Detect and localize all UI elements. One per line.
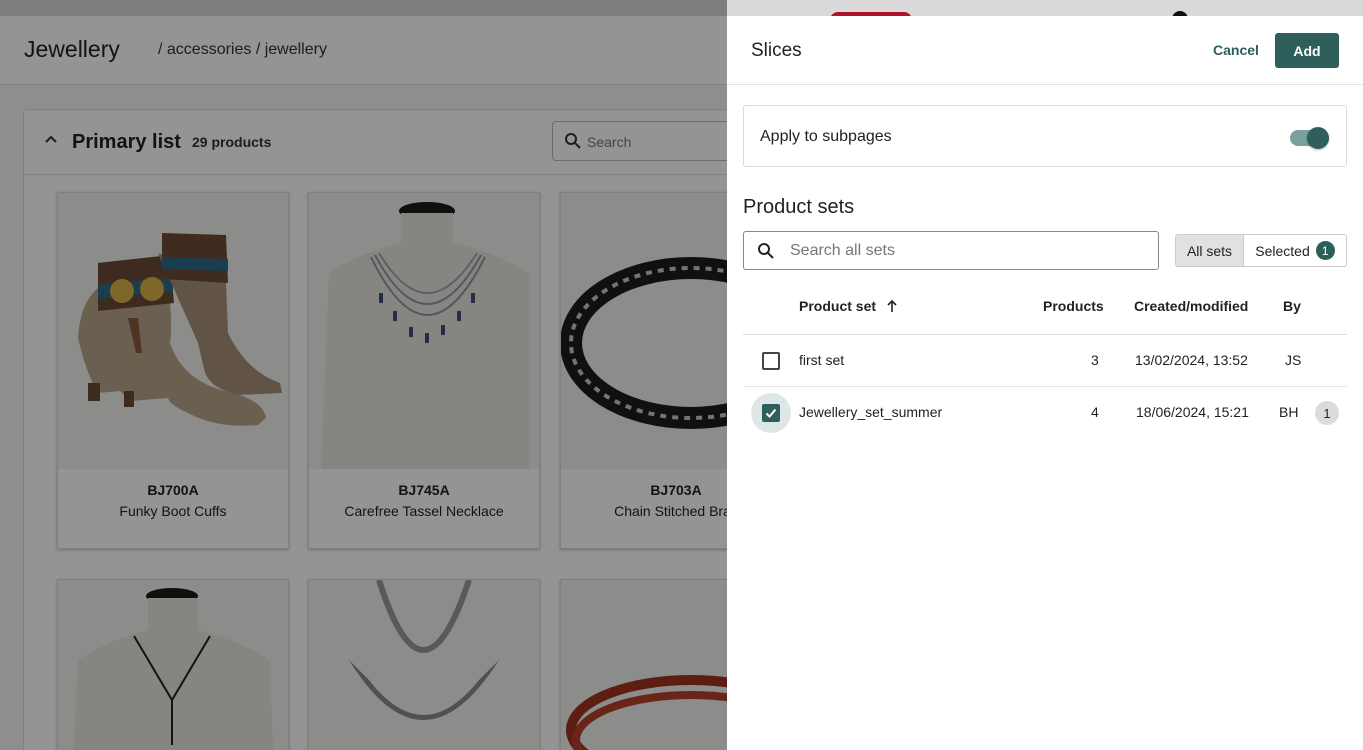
row-set-name: Jewellery_set_summer: [799, 404, 943, 420]
apply-subpages-label: Apply to subpages: [760, 128, 892, 145]
filter-selected[interactable]: Selected 1: [1244, 235, 1346, 266]
row-created: 13/02/2024, 13:52: [1135, 352, 1248, 368]
modal-overlay[interactable]: [0, 0, 727, 750]
column-by[interactable]: By: [1283, 298, 1301, 314]
set-filter: All sets Selected 1: [1175, 234, 1347, 267]
row-checkbox-checked[interactable]: [762, 404, 780, 422]
row-products: 4: [1091, 404, 1099, 420]
row-checkbox[interactable]: [762, 352, 780, 370]
row-count-badge: 1: [1315, 401, 1339, 425]
toggle-knob: [1307, 127, 1329, 149]
filter-selected-label: Selected: [1255, 242, 1310, 259]
row-by: JS: [1285, 352, 1302, 368]
row-divider: [743, 386, 1347, 387]
sets-search-input[interactable]: [790, 240, 1140, 262]
row-created: 18/06/2024, 15:21: [1136, 404, 1249, 420]
sort-arrow-up-icon: [887, 299, 897, 312]
row-products: 3: [1091, 352, 1099, 368]
sets-search-field[interactable]: [743, 231, 1159, 270]
add-button[interactable]: Add: [1275, 33, 1339, 68]
column-products[interactable]: Products: [1043, 298, 1104, 314]
row-set-name: first set: [799, 352, 845, 368]
selected-count-badge: 1: [1315, 241, 1335, 260]
apply-subpages-toggle[interactable]: [1290, 127, 1329, 149]
column-product-set[interactable]: Product set: [799, 298, 898, 314]
row-by: BH: [1279, 404, 1299, 420]
filter-all-sets[interactable]: All sets: [1176, 235, 1244, 266]
slices-drawer: Slices Cancel Add Apply to subpages Prod…: [727, 16, 1363, 750]
product-sets-title: Product sets: [743, 196, 855, 218]
header-divider: [743, 334, 1347, 335]
checkmark-icon: [765, 408, 777, 418]
column-product-set-label: Product set: [799, 298, 877, 314]
drawer-title: Slices: [751, 40, 802, 61]
column-created[interactable]: Created/modified: [1134, 298, 1248, 314]
drawer-header: Slices Cancel Add: [727, 16, 1363, 85]
apply-subpages-row: Apply to subpages: [743, 105, 1347, 167]
cancel-button[interactable]: Cancel: [1193, 33, 1279, 67]
search-icon: [758, 243, 774, 259]
